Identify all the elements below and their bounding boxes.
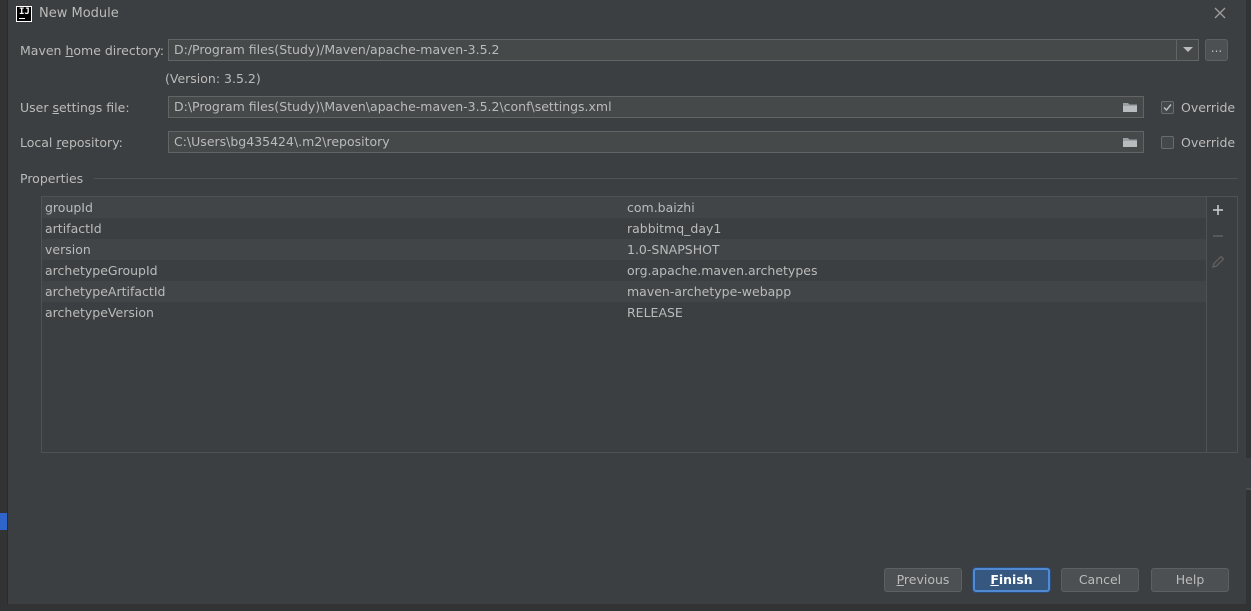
table-row[interactable]: archetypeArtifactId maven-archetype-webap… (42, 281, 1206, 302)
property-key: version (45, 242, 91, 257)
close-icon[interactable] (1211, 4, 1229, 22)
properties-section-divider (94, 178, 1238, 179)
property-key: artifactId (45, 221, 102, 236)
table-row[interactable]: version 1.0-SNAPSHOT (42, 239, 1206, 260)
local-repo-field[interactable]: C:\Users\bg435424\.m2\repository (168, 131, 1144, 153)
background-window-edge-bottom (0, 604, 1251, 611)
table-row[interactable]: artifactId rabbitmq_day1 (42, 218, 1206, 239)
remove-property-button[interactable] (1208, 226, 1228, 246)
user-settings-label: User settings file: (20, 100, 130, 115)
checkmark-icon (1163, 104, 1172, 112)
user-settings-override-label[interactable]: Override (1181, 100, 1235, 115)
local-repo-override-checkbox[interactable] (1161, 136, 1174, 149)
property-key: archetypeGroupId (45, 263, 158, 278)
table-row[interactable]: archetypeVersion RELEASE (42, 302, 1206, 323)
user-settings-field[interactable]: D:\Program files(Study)\Maven\apache-mav… (168, 96, 1144, 118)
property-key: groupId (45, 200, 93, 215)
property-value: 1.0-SNAPSHOT (627, 242, 720, 257)
local-repo-label-post: epository: (61, 135, 123, 150)
local-repo-label: Local repository: (20, 135, 123, 150)
help-button[interactable]: Help (1151, 568, 1229, 592)
property-value: RELEASE (627, 305, 683, 320)
previous-button-label: revious (903, 572, 950, 587)
dialog-title: New Module (39, 6, 119, 21)
background-selection-marker (0, 513, 7, 530)
folder-icon[interactable] (1122, 136, 1138, 148)
title-bar[interactable]: IJ New Module (8, 0, 1246, 30)
user-settings-value: D:\Program files(Study)\Maven\apache-mav… (174, 99, 612, 114)
maven-home-label-post: ome directory: (73, 43, 165, 58)
previous-button[interactable]: Previous (884, 568, 962, 592)
intellij-app-icon: IJ (16, 6, 32, 22)
user-settings-label-post: ettings file: (58, 100, 130, 115)
folder-icon[interactable] (1122, 101, 1138, 113)
maven-home-value: D:/Program files(Study)/Maven/apache-mav… (174, 42, 500, 57)
local-repo-override-label[interactable]: Override (1181, 135, 1235, 150)
add-property-button[interactable] (1208, 200, 1228, 220)
pencil-icon (1211, 255, 1225, 269)
finish-button[interactable]: Finish (973, 568, 1050, 592)
background-window-edge-left (0, 0, 7, 611)
table-row[interactable]: archetypeGroupId org.apache.maven.archety… (42, 260, 1206, 281)
edit-property-button[interactable] (1208, 252, 1228, 272)
property-key: archetypeVersion (45, 305, 154, 320)
app-icon-text: IJ (19, 7, 30, 17)
plus-icon (1213, 205, 1223, 215)
maven-home-label: Maven home directory: (20, 43, 164, 58)
maven-home-browse-button[interactable]: ... (1205, 39, 1228, 61)
properties-table-body[interactable]: groupId com.baizhi artifactId rabbitmq_day1… (42, 197, 1207, 452)
properties-table: groupId com.baizhi artifactId rabbitmq_day1… (41, 196, 1238, 453)
maven-version-text: (Version: 3.5.2) (165, 71, 261, 86)
chevron-down-icon[interactable] (1176, 40, 1198, 60)
property-value: com.baizhi (627, 200, 695, 215)
user-settings-override-checkbox[interactable] (1161, 101, 1174, 114)
previous-button-mnemonic: P (896, 572, 904, 587)
new-module-dialog: IJ New Module Maven home directory: D:/P… (7, 0, 1246, 604)
user-settings-label-pre: User (20, 100, 53, 115)
properties-section-title: Properties (20, 171, 84, 186)
cancel-button[interactable]: Cancel (1061, 568, 1139, 592)
finish-button-mnemonic: F (990, 572, 999, 587)
maven-home-combobox[interactable]: D:/Program files(Study)/Maven/apache-mav… (168, 39, 1199, 61)
property-key: archetypeArtifactId (45, 284, 166, 299)
property-value: org.apache.maven.archetypes (627, 263, 818, 278)
property-value: rabbitmq_day1 (627, 221, 722, 236)
app-icon-underline (19, 18, 25, 19)
close-icon-glyph (1214, 7, 1226, 19)
local-repo-value: C:\Users\bg435424\.m2\repository (174, 134, 390, 149)
local-repo-label-pre: Local (20, 135, 57, 150)
property-value: maven-archetype-webapp (627, 284, 792, 299)
minus-icon (1213, 235, 1223, 237)
finish-button-label: inish (998, 572, 1033, 587)
table-row[interactable]: groupId com.baizhi (42, 197, 1206, 218)
maven-home-label-pre: Maven (20, 43, 66, 58)
